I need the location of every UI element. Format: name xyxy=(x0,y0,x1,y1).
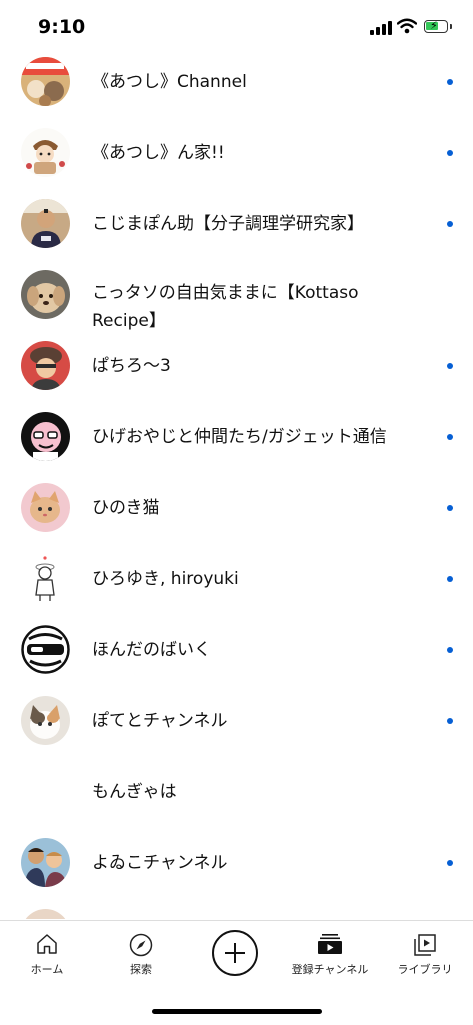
channel-row[interactable] xyxy=(0,898,473,919)
new-content-dot xyxy=(447,79,453,85)
create-button[interactable] xyxy=(212,930,258,976)
channel-avatar xyxy=(21,128,70,177)
nav-home[interactable]: ホーム xyxy=(0,921,94,981)
cellular-signal-icon xyxy=(370,21,392,35)
nav-subscriptions-label: 登録チャンネル xyxy=(291,963,369,976)
channel-avatar xyxy=(21,57,70,106)
nav-library[interactable]: ライブラリ xyxy=(378,921,472,981)
channel-avatar xyxy=(21,270,70,319)
channel-row[interactable]: ひのき猫 xyxy=(0,472,473,542)
channel-avatar xyxy=(21,554,70,603)
channel-avatar xyxy=(21,625,70,674)
channel-row[interactable]: 《あつし》ん家!! xyxy=(0,117,473,187)
channel-name: よゐこチャンネル xyxy=(92,853,228,873)
bottom-navigation: ホーム 探索 登録チャンネル ライブラリ xyxy=(0,920,473,1025)
new-content-dot xyxy=(447,718,453,724)
channel-name: ぱちろ〜3 xyxy=(92,356,171,376)
wifi-icon xyxy=(397,18,417,34)
battery-icon: ⚡ xyxy=(424,19,452,33)
nav-home-label: ホーム xyxy=(30,963,64,976)
new-content-dot xyxy=(447,505,453,511)
channel-row[interactable]: もんぎゃは xyxy=(0,756,473,826)
new-content-dot xyxy=(447,576,453,582)
subscriptions-icon xyxy=(318,934,342,954)
channel-row[interactable]: こっタソの自由気ままに【Kottaso Recipe】 xyxy=(0,259,473,331)
channel-name: ぽてとチャンネル xyxy=(92,711,228,731)
new-content-dot xyxy=(447,434,453,440)
subscribed-channel-list[interactable]: 《あつし》Channel 《あつし》ん家!! こじまぽん助【分子調理学研究家】 … xyxy=(0,46,473,919)
channel-row[interactable]: こじまぽん助【分子調理学研究家】 xyxy=(0,188,473,258)
channel-row[interactable]: ぽてとチャンネル xyxy=(0,685,473,755)
channel-avatar xyxy=(21,199,70,248)
channel-avatar xyxy=(21,341,70,390)
new-content-dot xyxy=(447,363,453,369)
channel-avatar xyxy=(21,696,70,745)
new-content-dot xyxy=(447,647,453,653)
library-icon xyxy=(414,934,436,956)
channel-name: ひろゆき, hiroyuki xyxy=(92,569,239,589)
channel-row[interactable]: ひろゆき, hiroyuki xyxy=(0,543,473,613)
channel-avatar xyxy=(21,412,70,461)
channel-row[interactable]: ほんだのばいく xyxy=(0,614,473,684)
channel-row[interactable]: ぱちろ〜3 xyxy=(0,330,473,400)
channel-name: ひげおやじと仲間たち/ガジェット通信 xyxy=(92,427,387,447)
channel-avatar xyxy=(21,909,70,919)
channel-avatar xyxy=(21,483,70,532)
channel-name: ほんだのばいく xyxy=(92,640,211,660)
compass-icon xyxy=(129,933,153,957)
nav-explore[interactable]: 探索 xyxy=(94,921,188,981)
new-content-dot xyxy=(447,221,453,227)
channel-name: 《あつし》ん家!! xyxy=(92,143,225,163)
new-content-dot xyxy=(447,860,453,866)
channel-row[interactable]: ひげおやじと仲間たち/ガジェット通信 xyxy=(0,401,473,471)
channel-row[interactable]: よゐこチャンネル xyxy=(0,827,473,897)
status-time: 9:10 xyxy=(38,16,86,38)
channel-name: もんぎゃは xyxy=(92,782,177,802)
home-icon xyxy=(37,934,57,954)
channel-row[interactable]: 《あつし》Channel xyxy=(0,46,473,116)
new-content-dot xyxy=(447,150,453,156)
channel-name: こじまぽん助【分子調理学研究家】 xyxy=(92,214,364,234)
channel-name: こっタソの自由気ままに【Kottaso Recipe】 xyxy=(92,283,359,331)
channel-name: 《あつし》Channel xyxy=(92,72,247,92)
channel-avatar xyxy=(21,838,70,887)
channel-name: ひのき猫 xyxy=(92,498,160,518)
nav-explore-label: 探索 xyxy=(130,963,152,976)
nav-library-label: ライブラリ xyxy=(397,963,453,976)
nav-subscriptions[interactable]: 登録チャンネル xyxy=(283,921,377,981)
home-indicator xyxy=(152,1009,322,1014)
